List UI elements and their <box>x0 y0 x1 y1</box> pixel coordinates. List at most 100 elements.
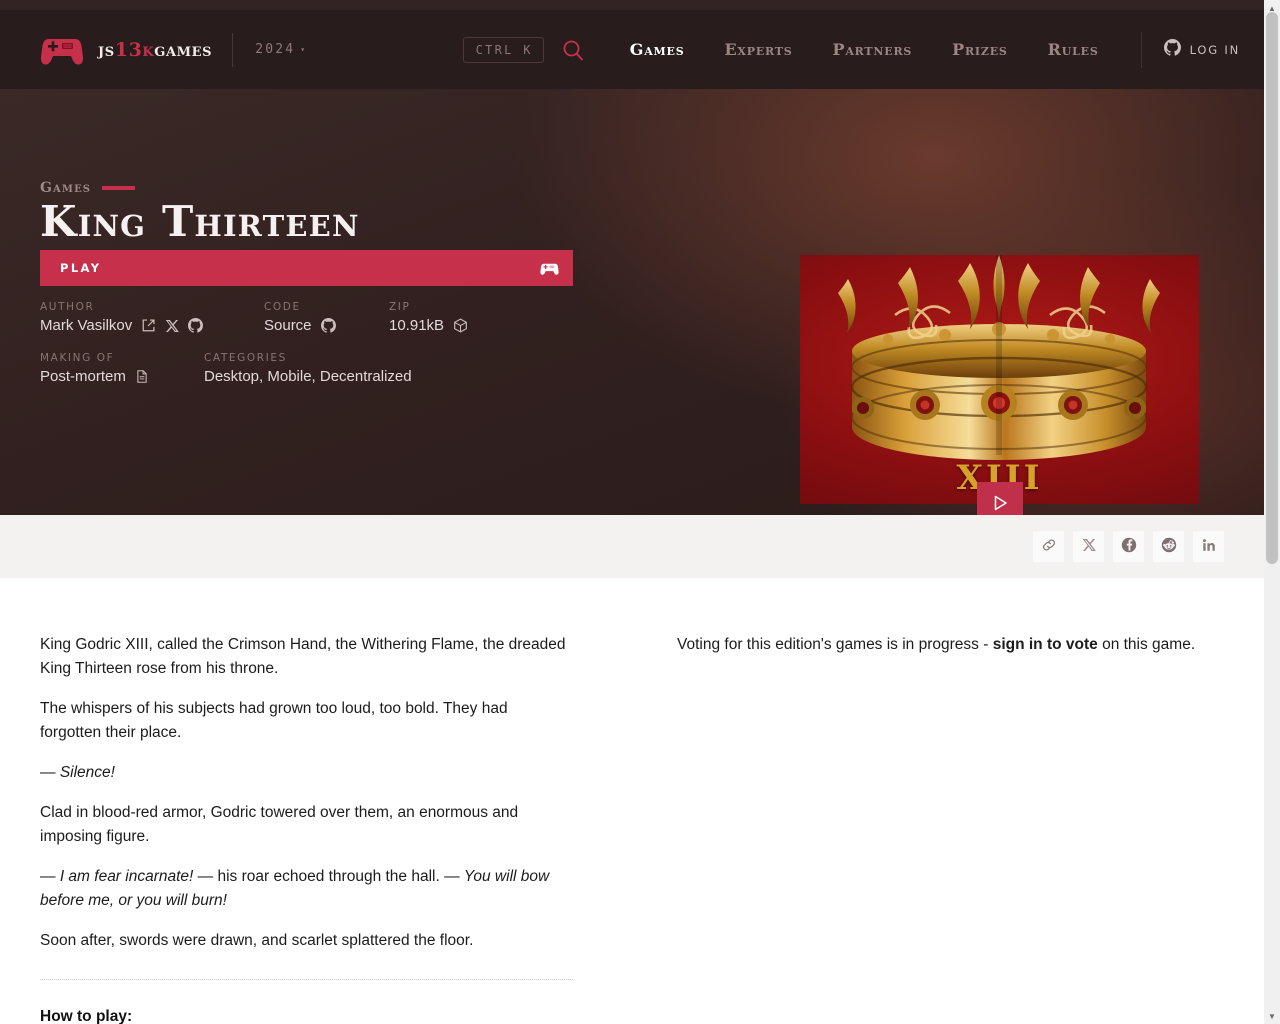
top-strip <box>0 0 1264 10</box>
meta-making-of: Making of Post-mortem <box>40 352 204 385</box>
main-navigation: Games Experts Partners Prizes Rules <box>610 40 1119 59</box>
brand-name: js13kgames <box>98 39 212 61</box>
nav-item-games[interactable]: Games <box>610 40 705 59</box>
edition-selector[interactable]: 2024 ▾ <box>255 42 307 57</box>
description-paragraph-4: Soon after, swords were drawn, and scarl… <box>40 932 474 949</box>
quote-fear-part-a: I am fear incarnate! <box>59 868 194 885</box>
play-triangle-icon <box>991 494 1009 516</box>
share-reddit-button[interactable] <box>1153 531 1184 562</box>
vertical-scrollbar[interactable]: ▲ ▼ <box>1264 0 1280 1024</box>
linkedin-icon <box>1201 537 1217 556</box>
package-box-icon[interactable] <box>453 318 468 333</box>
metadata-row-secondary: Making of Post-mortem C <box>40 352 580 385</box>
game-metadata: Author Mark Vasilkov <box>40 301 580 401</box>
brand-accent: 13k <box>114 38 155 61</box>
link-icon <box>1041 537 1057 556</box>
nav-item-rules[interactable]: Rules <box>1028 40 1119 59</box>
post-mortem-link[interactable]: Post-mortem <box>40 368 126 385</box>
header-divider-right <box>1140 31 1142 68</box>
share-linkedin-button[interactable] <box>1193 531 1224 562</box>
description-paragraph-1: King Godric XIII, called the Crimson Han… <box>40 636 566 677</box>
facebook-icon <box>1121 537 1137 556</box>
meta-categories-value: Desktop, Mobile, Decentralized <box>204 368 412 385</box>
github-icon <box>1163 38 1181 61</box>
game-description-column: King Godric XIII, called the Crimson Han… <box>40 633 573 1024</box>
meta-code-value-row: Source <box>264 317 389 334</box>
nav-item-experts[interactable]: Experts <box>704 40 812 59</box>
brand-suffix: games <box>154 38 213 61</box>
meta-author-label: Author <box>40 301 95 313</box>
meta-author-value-row: Mark Vasilkov <box>40 317 264 334</box>
meta-zip: Zip 10.91kB <box>389 301 468 334</box>
gamepad-icon <box>40 33 84 67</box>
play-button-label: PLAY <box>60 261 102 275</box>
breadcrumb-label[interactable]: Games <box>40 180 91 196</box>
meta-making-of-value-row: Post-mortem <box>40 368 204 385</box>
breadcrumb: Games <box>40 180 136 196</box>
hero-section: Games King Thirteen PLAY AUTHOR Mark Vas… <box>0 89 1264 515</box>
how-to-play-heading: How to play: <box>40 1008 133 1024</box>
scroll-down-arrow-icon[interactable]: ▼ <box>1264 1008 1280 1024</box>
login-button[interactable]: Log in <box>1163 38 1240 61</box>
x-twitter-icon[interactable] <box>165 319 180 333</box>
edition-year: 2024 <box>255 42 296 57</box>
main-content: King Godric XIII, called the Crimson Han… <box>0 578 1264 1024</box>
content-divider <box>40 979 573 980</box>
quote-silence-text: Silence! <box>59 764 115 781</box>
nav-item-prizes[interactable]: Prizes <box>932 40 1027 59</box>
meta-zip-label: Zip <box>389 301 411 313</box>
nav-item-partners[interactable]: Partners <box>813 40 933 59</box>
meta-code-label: Code <box>264 301 301 313</box>
play-button[interactable]: PLAY <box>40 250 573 286</box>
sign-in-to-vote-link[interactable]: sign in to vote <box>993 636 1098 653</box>
scroll-thumb[interactable] <box>1266 12 1278 564</box>
voting-suffix: on this game. <box>1097 636 1196 653</box>
meta-categories: Categories Desktop, Mobile, Decentralize… <box>204 352 412 385</box>
description-paragraph-2: The whispers of his subjects had grown t… <box>40 700 508 741</box>
em-dash-1: — <box>40 764 60 781</box>
code-source-link[interactable]: Source <box>264 317 312 334</box>
voting-status: Voting for this edition's games is in pr… <box>677 633 1224 657</box>
search-icon[interactable] <box>558 35 588 65</box>
quote-silence: — Silence! <box>40 761 573 785</box>
share-x-button[interactable] <box>1073 531 1104 562</box>
github-icon[interactable] <box>188 318 204 333</box>
github-icon[interactable] <box>320 318 336 333</box>
gamepad-icon <box>540 261 559 276</box>
page-title: King Thirteen <box>40 197 360 246</box>
reddit-icon <box>1161 537 1177 556</box>
meta-making-of-label: Making of <box>40 352 115 364</box>
quote-fear-middle: — his roar echoed through the hall. — <box>193 868 464 885</box>
description-paragraph-3: Clad in blood-red armor, Godric towered … <box>40 804 519 845</box>
external-link-icon[interactable] <box>141 318 156 333</box>
breadcrumb-accent-bar <box>102 186 136 190</box>
voting-prefix: Voting for this edition's games is in pr… <box>677 636 993 653</box>
game-cover-image: XIII <box>800 255 1199 504</box>
x-twitter-icon <box>1082 538 1096 555</box>
login-label: Log in <box>1189 42 1240 57</box>
meta-categories-label: Categories <box>204 352 287 364</box>
voting-column: Voting for this edition's games is in pr… <box>677 633 1224 1024</box>
document-icon[interactable] <box>135 369 149 384</box>
game-preview: XIII <box>800 255 1199 515</box>
meta-author: Author Mark Vasilkov <box>40 301 264 334</box>
em-dash-2: — <box>40 868 60 885</box>
search-shortcut-hint[interactable]: CTRL K <box>462 36 544 63</box>
share-bar <box>0 515 1264 578</box>
header-divider <box>232 32 234 67</box>
copy-link-button[interactable] <box>1033 531 1064 562</box>
site-header: js13kgames 2024 ▾ CTRL K Games Experts P… <box>0 10 1264 89</box>
brand-prefix: js <box>98 38 115 61</box>
preview-play-button[interactable] <box>976 482 1023 516</box>
author-name: Mark Vasilkov <box>40 317 133 334</box>
meta-zip-value-row: 10.91kB <box>389 317 468 334</box>
quote-fear: — I am fear incarnate! — his roar echoed… <box>40 865 573 913</box>
chevron-down-icon: ▾ <box>300 45 308 54</box>
header-right: CTRL K Games Experts Partners Prizes Rul… <box>462 31 1240 68</box>
metadata-row-primary: Author Mark Vasilkov <box>40 301 580 334</box>
meta-code: Code Source <box>264 301 389 334</box>
share-facebook-button[interactable] <box>1113 531 1144 562</box>
page-root: js13kgames 2024 ▾ CTRL K Games Experts P… <box>0 0 1264 1024</box>
brand-logo[interactable]: js13kgames <box>40 33 212 67</box>
zip-size: 10.91kB <box>389 317 445 334</box>
